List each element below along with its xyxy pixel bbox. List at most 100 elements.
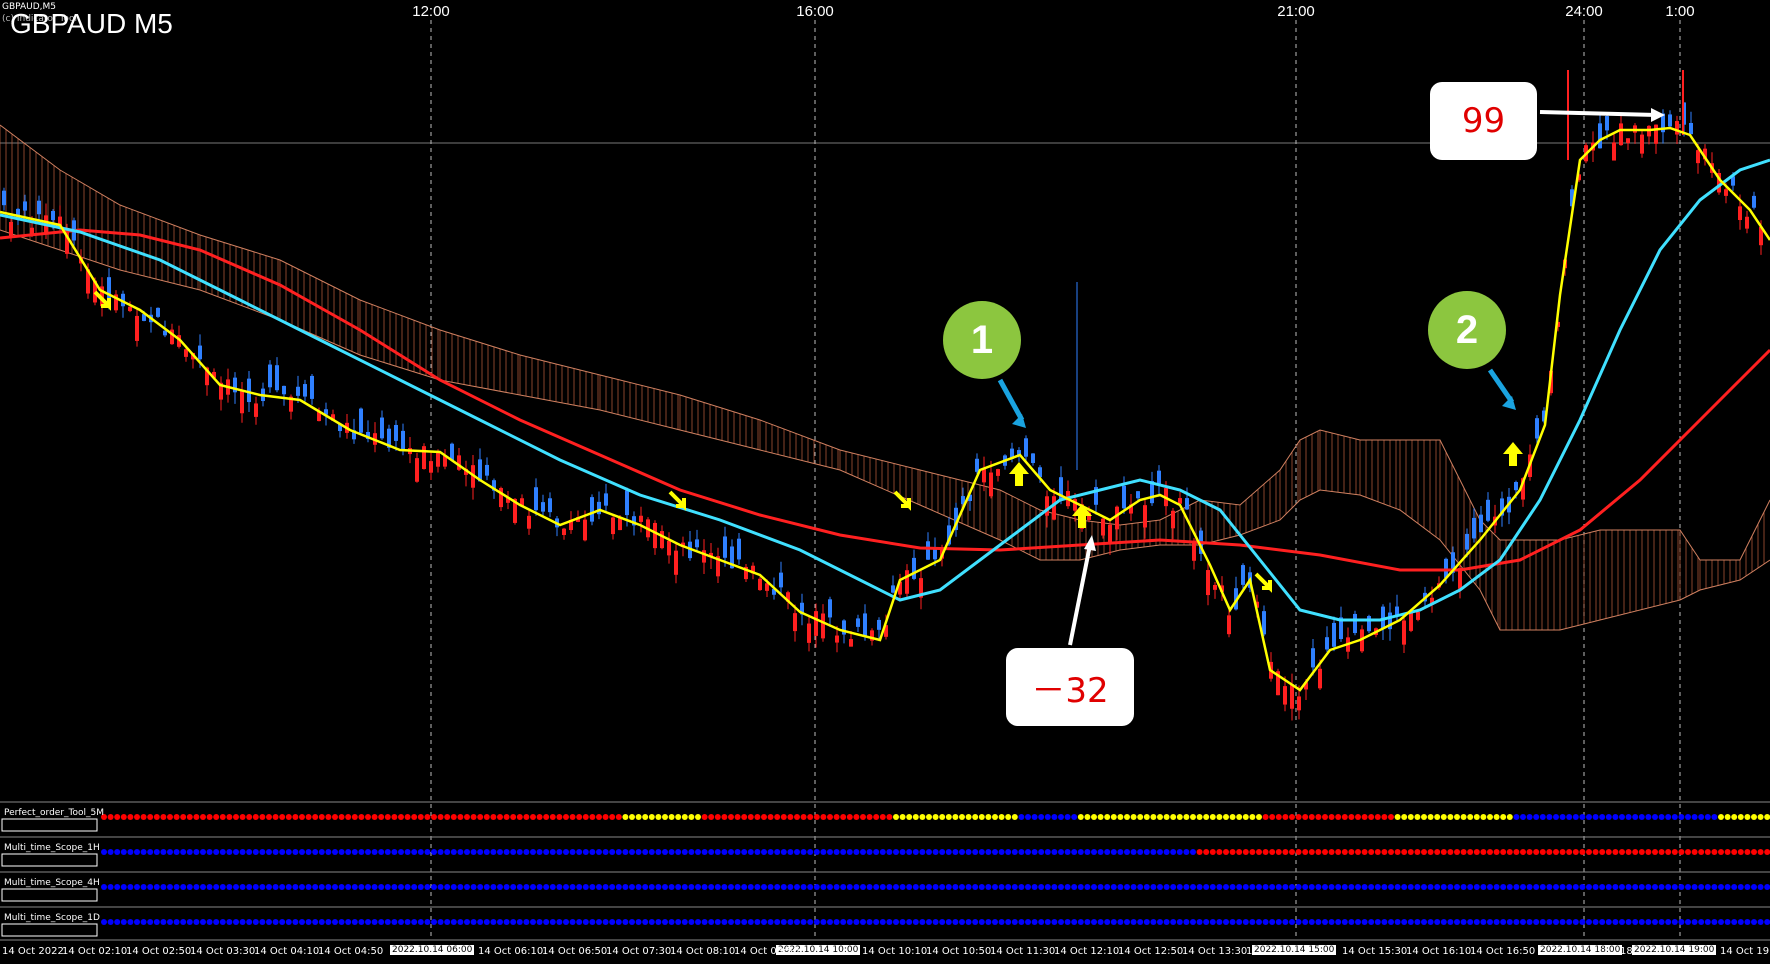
indicator-dot: [213, 884, 220, 890]
indicator-dot: [886, 919, 893, 925]
candle-body: [807, 623, 811, 643]
indicator-dot: [503, 884, 510, 890]
candle-body: [268, 364, 272, 388]
indicator-dot: [450, 884, 457, 890]
indicator-dot: [497, 849, 503, 855]
indicator-dot: [992, 919, 998, 925]
indicator-dot: [668, 814, 675, 820]
indicator-dot: [655, 919, 662, 925]
badge2-pointer: [1487, 368, 1515, 404]
indicator-dot: [893, 814, 899, 820]
indicator-dot: [114, 884, 121, 890]
indicator-dot: [1196, 849, 1203, 855]
indicator-dot: [767, 849, 774, 855]
indicator-dot: [886, 814, 893, 820]
indicator-dot: [1163, 849, 1170, 855]
indicator-dot: [1566, 814, 1573, 820]
indicator-dot: [899, 919, 906, 925]
indicator-dot: [1764, 849, 1770, 855]
indicator-dot: [1539, 919, 1546, 925]
indicator-dot: [1572, 884, 1579, 890]
candle-body: [667, 540, 671, 556]
indicator-dot: [978, 884, 985, 890]
bottom-time-label: 14 Oct 12:50: [1118, 946, 1184, 957]
bottom-time-label: 14 Oct 08:50: [734, 946, 800, 957]
indicator-dot: [1658, 849, 1665, 855]
indicator-dot: [932, 884, 939, 890]
indicator-dot: [1480, 814, 1487, 820]
indicator-dot: [1137, 884, 1144, 890]
candle-body: [240, 390, 244, 414]
indicator-dot: [266, 849, 272, 855]
indicator-dot: [167, 849, 173, 855]
indicator-dot: [1388, 849, 1394, 855]
indicator-dot: [391, 884, 398, 890]
indicator-dot: [1295, 884, 1302, 890]
indicator-dot: [503, 849, 510, 855]
indicator-dot: [596, 849, 602, 855]
candle-body: [156, 307, 160, 317]
indicator-dot: [536, 884, 543, 890]
indicator-dot: [1592, 849, 1599, 855]
indicator-dot: [398, 814, 404, 820]
indicator-dot: [582, 814, 589, 820]
indicator-dot: [384, 849, 391, 855]
indicator-dot: [1612, 814, 1619, 820]
indicator-dot: [1084, 884, 1091, 890]
indicator-dot: [1645, 849, 1652, 855]
indicator-dot: [1236, 814, 1243, 820]
indicator-dot: [827, 919, 833, 925]
indicator-label-1h: Multi_time_Scope_1H: [4, 843, 100, 853]
candle-body: [1724, 189, 1728, 196]
indicator-dot: [1157, 884, 1163, 890]
indicator-dot: [516, 919, 523, 925]
indicator-dot: [1553, 884, 1559, 890]
indicator-dot: [193, 849, 200, 855]
indicator-dot: [1711, 919, 1718, 925]
indicator-dot: [569, 919, 576, 925]
indicator-dot: [556, 814, 563, 820]
indicator-dot: [1058, 884, 1064, 890]
indicator-dot: [1031, 919, 1038, 925]
indicator-dot: [992, 814, 998, 820]
indicator-dot: [1203, 814, 1210, 820]
candle-body: [653, 522, 657, 549]
indicator-dot: [1388, 884, 1394, 890]
indicator-dot: [767, 814, 774, 820]
indicator-dot: [952, 814, 959, 820]
indicator-dot: [338, 884, 345, 890]
indicator-dot: [219, 919, 226, 925]
indicator-dot: [252, 849, 259, 855]
indicator-dot: [1427, 884, 1434, 890]
indicator-dot: [813, 919, 820, 925]
indicator-dot: [1005, 849, 1012, 855]
indicator-dot: [1157, 814, 1163, 820]
candle-body: [793, 613, 797, 632]
indicator-dot: [490, 814, 497, 820]
indicator-dot: [734, 884, 741, 890]
candle-body: [1143, 505, 1147, 528]
indicator-dot: [1051, 919, 1058, 925]
indicator-dot: [391, 814, 398, 820]
candle-body: [1367, 616, 1371, 632]
indicator-dot: [1295, 814, 1302, 820]
candle-body: [359, 408, 363, 433]
indicator-dot: [1539, 814, 1546, 820]
candle-body: [1465, 533, 1469, 550]
indicator-dot: [609, 849, 616, 855]
chart-window[interactable]: GBPAUD,M5 (c) Indicator Tool GBPAUD M5 1…: [0, 0, 1770, 964]
indicator-dot: [272, 884, 279, 890]
indicator-dot: [893, 919, 899, 925]
candle-body: [835, 635, 839, 643]
indicator-dot: [391, 919, 398, 925]
indicator-dot: [1711, 884, 1718, 890]
bottom-time-label: 14 Oct 07:30: [606, 946, 672, 957]
indicator-dot: [629, 919, 635, 925]
indicator-dot: [365, 814, 371, 820]
indicator-dot: [1242, 849, 1249, 855]
indicator-dot: [1236, 884, 1243, 890]
indicator-dot: [1249, 919, 1256, 925]
indicator-dot: [642, 814, 649, 820]
indicator-dot: [1645, 814, 1652, 820]
indicator-dot: [1718, 814, 1724, 820]
